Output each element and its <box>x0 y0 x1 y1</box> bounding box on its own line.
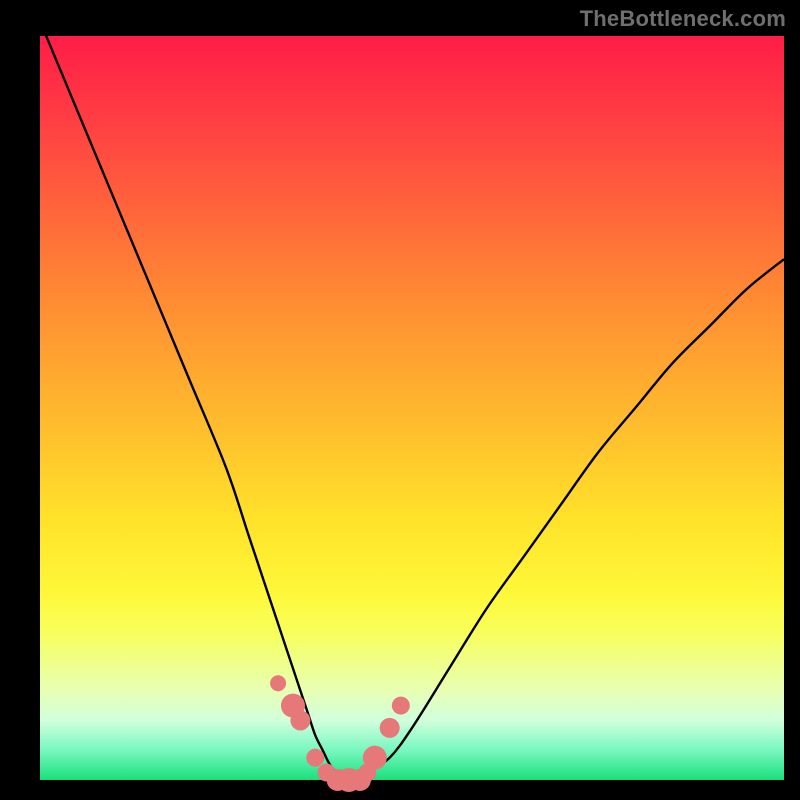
chart-svg <box>40 36 784 780</box>
highlight-dot <box>392 697 410 715</box>
bottleneck-curve <box>40 21 784 780</box>
watermark-text: TheBottleneck.com <box>580 6 786 32</box>
highlight-dot <box>290 710 310 730</box>
highlight-dot <box>270 675 286 691</box>
chart-frame: TheBottleneck.com <box>0 0 800 800</box>
highlight-dot <box>306 749 324 767</box>
highlight-dot <box>380 718 400 738</box>
highlight-dot <box>363 746 387 770</box>
highlight-dots <box>270 675 410 792</box>
chart-plot-area <box>40 36 784 780</box>
